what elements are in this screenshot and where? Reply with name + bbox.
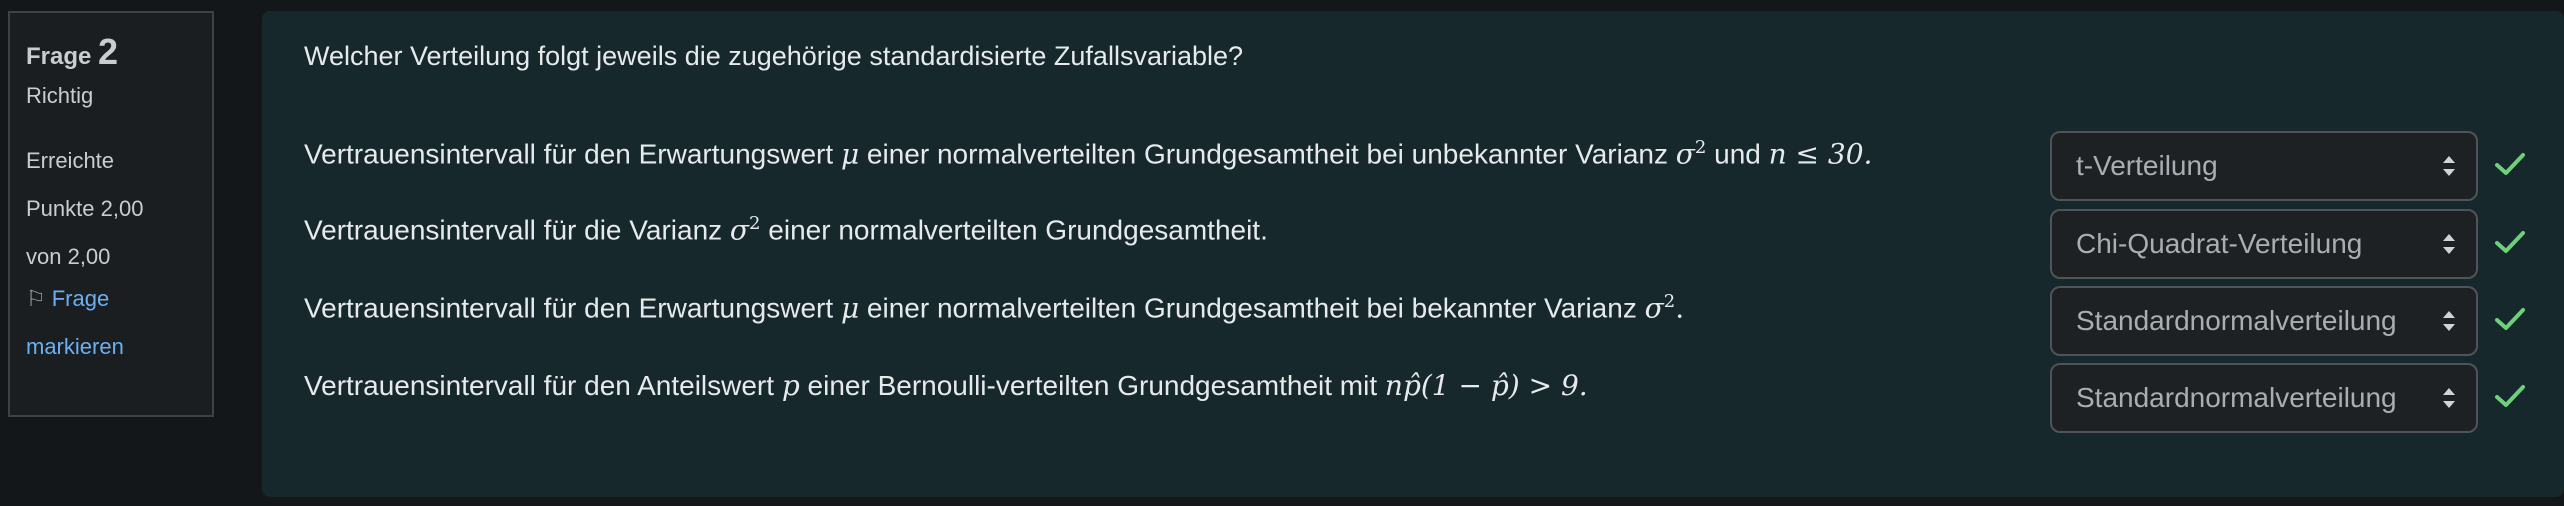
matching-row-4: Vertrauensintervall für den Anteilswert … [304, 369, 1588, 402]
grade-line-3: von 2,00 [26, 244, 111, 269]
math-exponent: 2 [749, 213, 761, 234]
select-arrows-icon [2443, 156, 2455, 176]
math-condition: np̂(1 − p̂) > 9. [1384, 369, 1588, 402]
answer-select-1[interactable]: t-Verteilung [2050, 131, 2478, 201]
question-state: Richtig [26, 83, 94, 108]
correct-check-icon [2495, 231, 2525, 253]
grade-line-1: Erreichte [26, 148, 115, 173]
row-text-after: einer normalverteilten Grundgesamtheit. [768, 214, 1268, 246]
answer-select-2[interactable]: Chi-Quadrat-Verteilung [2050, 209, 2478, 279]
select-arrows-icon [2443, 234, 2455, 254]
matching-row-1: Vertrauensintervall für den Erwartungswe… [304, 137, 1872, 170]
row-text-before: Vertrauensintervall für den Erwartungswe… [304, 138, 834, 170]
answer-select-4[interactable]: Standardnormalverteilung [2050, 363, 2478, 433]
select-value: Standardnormalverteilung [2076, 382, 2397, 413]
math-mu: μ [840, 137, 860, 171]
select-value: t-Verteilung [2076, 150, 2218, 181]
math-exponent: 2 [1663, 291, 1676, 312]
question-heading: Frage 2 [26, 31, 212, 79]
math-sigma: σ [1644, 291, 1664, 325]
row-text-mid: einer normalverteilten Grundgesamtheit b… [866, 138, 1668, 170]
row-text-before: Vertrauensintervall für den Erwartungswe… [304, 292, 834, 324]
correct-check-icon [2495, 385, 2525, 407]
flag-label-1[interactable]: Frage [52, 286, 109, 311]
select-value: Chi-Quadrat-Verteilung [2076, 228, 2363, 259]
matching-row-2: Vertrauensintervall für die Varianz σ2 e… [304, 213, 1268, 246]
question-content: Welcher Verteilung folgt jeweils die zug… [262, 11, 2564, 497]
flag-icon: ⚐ [26, 286, 46, 311]
question-label: Frage [26, 43, 92, 70]
flag-question-link[interactable]: ⚐ Frage markieren [26, 275, 212, 371]
question-info-panel: Frage 2 Richtig Erreichte Punkte 2,00 vo… [8, 11, 214, 417]
row-text-mid: einer normalverteilten Grundgesamtheit b… [866, 292, 1637, 324]
answer-select-3[interactable]: Standardnormalverteilung [2050, 286, 2478, 356]
select-arrows-icon [2443, 311, 2455, 331]
math-exponent: 2 [1694, 137, 1707, 158]
math-mu: μ [840, 291, 860, 325]
question-text: Welcher Verteilung folgt jeweils die zug… [304, 41, 1244, 71]
math-sigma: σ [1675, 137, 1695, 171]
question-number: 2 [98, 31, 119, 72]
row-text-and: und [1714, 138, 1761, 170]
row-text-before: Vertrauensintervall für die Varianz [304, 214, 723, 246]
correct-check-icon [2495, 153, 2525, 175]
select-arrows-icon [2443, 388, 2455, 408]
row-text-before: Vertrauensintervall für den Anteilswert [304, 370, 775, 401]
matching-row-3: Vertrauensintervall für den Erwartungswe… [304, 291, 1684, 324]
math-condition: n ≤ 30. [1768, 137, 1873, 171]
grade-line-2: Punkte 2,00 [26, 196, 144, 221]
select-value: Standardnormalverteilung [2076, 305, 2397, 336]
row-text-after: . [1675, 291, 1685, 325]
correct-check-icon [2495, 308, 2525, 330]
flag-label-2[interactable]: markieren [26, 334, 124, 359]
math-sigma: σ [729, 213, 750, 247]
math-p: p [781, 369, 800, 402]
row-text-mid: einer Bernoulli-verteilten Grundgesamthe… [807, 370, 1378, 401]
